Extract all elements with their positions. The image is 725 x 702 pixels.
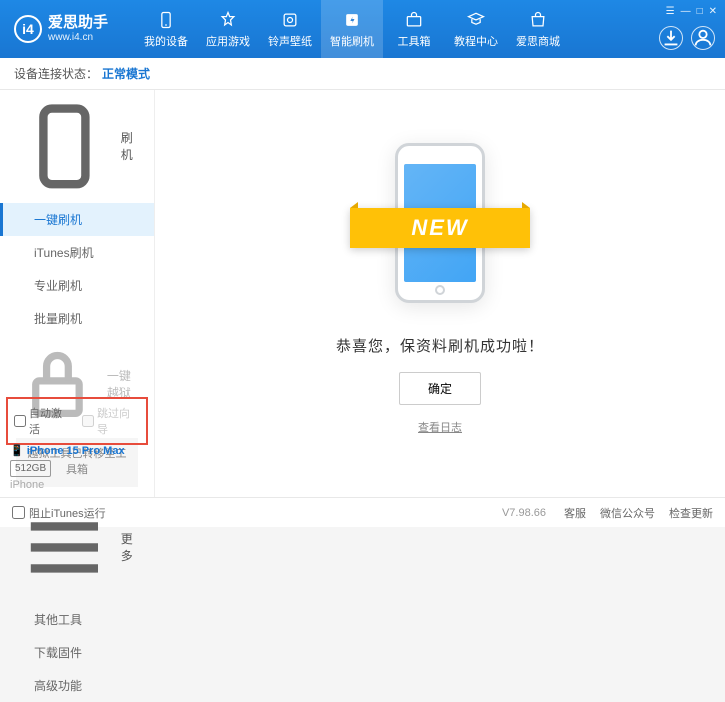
device-type: iPhone [10, 479, 44, 491]
logo: i4 爱思助手 www.i4.cn [0, 14, 135, 44]
checkbox-auto-activate[interactable]: 自动激活 [14, 405, 72, 437]
sidebar-item-itunes[interactable]: iTunes刷机 [0, 236, 154, 269]
sidebar-group-flash[interactable]: 刷机 [0, 90, 154, 203]
version-label: V7.98.66 [502, 507, 546, 519]
device-icon [156, 10, 176, 30]
footer-link-wechat[interactable]: 微信公众号 [600, 505, 655, 521]
sidebar-item-oneclick[interactable]: 一键刷机 [0, 203, 154, 236]
device-name: iPhone 15 Pro Max [27, 445, 125, 457]
nav-tutorials[interactable]: 教程中心 [445, 0, 507, 58]
sidebar-item-pro[interactable]: 专业刷机 [0, 269, 154, 302]
sidebar-group-more[interactable]: 更多 [0, 491, 154, 604]
status-bar: 设备连接状态： 正常模式 [0, 58, 725, 90]
options-box: 自动激活 跳过向导 [6, 397, 148, 445]
success-message: 恭喜您，保资料刷机成功啦！ [336, 335, 544, 356]
app-title: 爱思助手 [48, 14, 108, 32]
ringtone-icon [280, 10, 300, 30]
nav-flash[interactable]: 智能刷机 [321, 0, 383, 58]
close-icon[interactable]: ✕ [709, 6, 717, 17]
minimize-icon[interactable]: — [681, 6, 691, 17]
main-panel: NEW 恭喜您，保资料刷机成功啦！ 确定 查看日志 [155, 90, 725, 497]
device-storage: 512GB [10, 460, 51, 477]
logo-icon: i4 [14, 15, 42, 43]
nav-toolbox[interactable]: 工具箱 [383, 0, 445, 58]
new-ribbon: NEW [350, 208, 530, 248]
sidebar-item-batch[interactable]: 批量刷机 [0, 302, 154, 335]
nav-my-device[interactable]: 我的设备 [135, 0, 197, 58]
tutorial-icon [466, 10, 486, 30]
footer-link-support[interactable]: 客服 [564, 505, 586, 521]
window-controls: ☰ — □ ✕ [666, 6, 717, 17]
nav-store[interactable]: 爱思商城 [507, 0, 569, 58]
apps-icon [218, 10, 238, 30]
nav-ringtones[interactable]: 铃声壁纸 [259, 0, 321, 58]
sidebar-item-firmware[interactable]: 下载固件 [0, 636, 154, 669]
success-illustration: NEW [360, 133, 520, 313]
checkbox-skip-guide[interactable]: 跳过向导 [82, 405, 140, 437]
sidebar-item-advanced[interactable]: 高级功能 [0, 669, 154, 702]
header: i4 爱思助手 www.i4.cn 我的设备 应用游戏 铃声壁纸 智能刷机 工具… [0, 0, 725, 58]
device-info: 📱 iPhone 15 Pro Max 512GB iPhone [10, 443, 125, 493]
nav-apps[interactable]: 应用游戏 [197, 0, 259, 58]
status-mode: 正常模式 [102, 65, 150, 82]
maximize-icon[interactable]: □ [697, 6, 703, 17]
status-label: 设备连接状态： [14, 65, 98, 82]
toolbox-icon [404, 10, 424, 30]
user-button[interactable] [691, 26, 715, 50]
app-subtitle: www.i4.cn [48, 32, 108, 44]
ok-button[interactable]: 确定 [399, 372, 481, 405]
sidebar-item-other[interactable]: 其他工具 [0, 603, 154, 636]
view-log-link[interactable]: 查看日志 [418, 419, 462, 435]
sidebar: 刷机 一键刷机 iTunes刷机 专业刷机 批量刷机 一键越狱 越狱工具已转移至… [0, 90, 155, 497]
nav: 我的设备 应用游戏 铃声壁纸 智能刷机 工具箱 教程中心 爱思商城 [135, 0, 725, 58]
flash-icon [342, 10, 362, 30]
footer-link-update[interactable]: 检查更新 [669, 505, 713, 521]
download-button[interactable] [659, 26, 683, 50]
menu-icon[interactable]: ☰ [666, 6, 675, 17]
store-icon [528, 10, 548, 30]
